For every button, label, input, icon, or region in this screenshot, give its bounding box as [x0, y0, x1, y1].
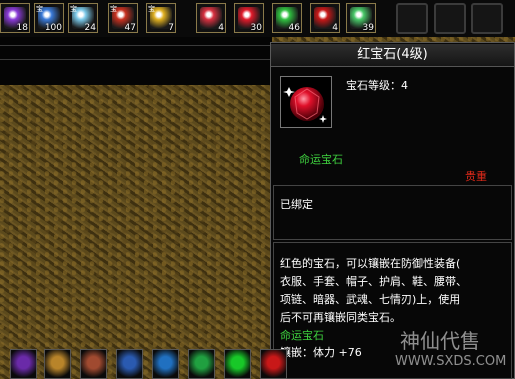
- purple-slash-icon[interactable]: [10, 349, 37, 379]
- item-slot[interactable]: 18: [0, 3, 30, 33]
- item-slot[interactable]: 宝 100: [34, 3, 64, 33]
- fate-gem-label: 命运宝石: [299, 153, 343, 166]
- item-count: 30: [250, 23, 262, 33]
- green-swirl-icon[interactable]: [188, 349, 215, 379]
- item-slot[interactable]: 30: [234, 3, 264, 33]
- rarity-label: 贵重: [465, 170, 487, 183]
- item-tag: 宝: [36, 5, 43, 13]
- item-slot[interactable]: 46: [272, 3, 302, 33]
- item-count: 47: [124, 23, 136, 33]
- warrior-portrait-icon[interactable]: [80, 349, 107, 379]
- item-count: 100: [44, 23, 62, 33]
- item-tag: 宝: [70, 5, 77, 13]
- item-count: 4: [218, 23, 224, 33]
- watermark-logo: 神仙代售: [400, 329, 480, 353]
- watermark-url: WWW.SXDS.COM: [395, 354, 507, 369]
- bind-section: 已绑定: [273, 185, 512, 240]
- description-line: 项链、暗器、武魂、七情刃)上，使用: [280, 293, 461, 306]
- fate-gem-label-2: 命运宝石: [280, 329, 324, 342]
- blue-figure-icon[interactable]: [116, 349, 143, 379]
- item-count: 39: [362, 23, 374, 33]
- gem-level: 宝石等级：4: [346, 79, 408, 92]
- top-panel-strip: [0, 36, 272, 85]
- empty-slot[interactable]: [471, 3, 503, 34]
- red-gem-icon[interactable]: [260, 349, 287, 379]
- green-ring-icon[interactable]: [224, 349, 251, 379]
- item-slot[interactable]: 4: [196, 3, 226, 33]
- inlay-stat: 镶嵌：体力 +76: [280, 346, 362, 359]
- item-count: 18: [16, 23, 28, 33]
- item-slot[interactable]: 宝 24: [68, 3, 98, 33]
- description-line: 后不可再镶嵌同类宝石。: [280, 311, 401, 324]
- horse-icon[interactable]: [44, 349, 71, 379]
- item-count: 24: [84, 23, 96, 33]
- blue-swirl-icon[interactable]: [152, 349, 179, 379]
- item-count: 7: [168, 23, 174, 33]
- item-tag: 宝: [110, 5, 117, 13]
- item-slot[interactable]: 4: [310, 3, 340, 33]
- item-slot[interactable]: 宝 47: [108, 3, 138, 33]
- item-tag: 宝: [148, 5, 155, 13]
- item-count: 46: [288, 23, 300, 33]
- description-line: 衣服、手套、帽子、护肩、鞋、腰带、: [280, 275, 467, 288]
- item-bar: 18 宝 100 宝 24 宝 47 宝 7 4 30 46 4 39: [0, 0, 515, 37]
- description-line: 红色的宝石，可以镶嵌在防御性装备(: [280, 257, 461, 270]
- red-gem-icon: [280, 76, 332, 128]
- item-title: 红宝石(4级): [271, 44, 514, 67]
- empty-slot[interactable]: [434, 3, 466, 34]
- empty-slot[interactable]: [396, 3, 428, 34]
- item-slot[interactable]: 宝7: [146, 3, 176, 33]
- item-count: 4: [332, 23, 338, 33]
- bound-status: 已绑定: [280, 198, 313, 211]
- item-slot[interactable]: 39: [346, 3, 376, 33]
